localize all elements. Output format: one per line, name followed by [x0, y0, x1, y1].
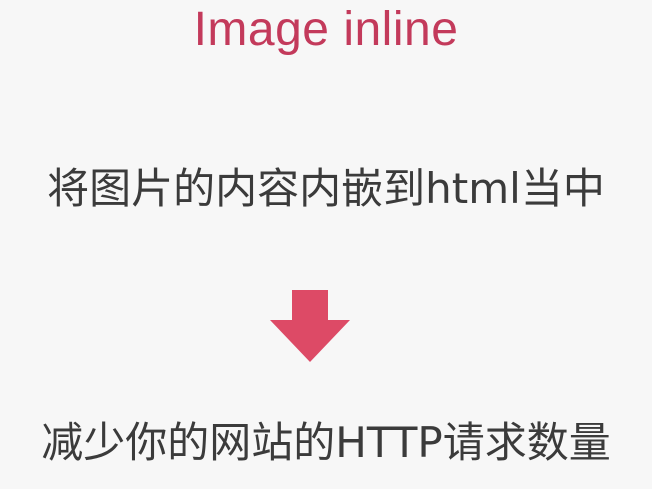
result-text: 减少你的网站的HTTP请求数量	[41, 418, 611, 467]
slide: Image inline 将图片的内容内嵌到html当中 减少你的网站的HTTP…	[0, 0, 652, 489]
description-text: 将图片的内容内嵌到html当中	[47, 164, 605, 213]
slide-title: Image inline	[193, 3, 459, 56]
down-arrow-icon	[270, 290, 350, 362]
